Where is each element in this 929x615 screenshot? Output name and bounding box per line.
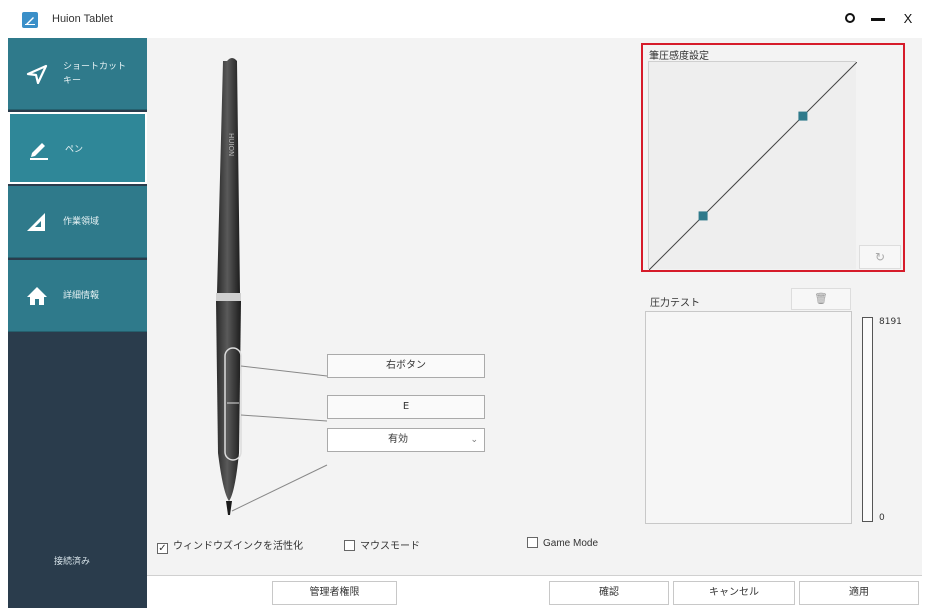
- curve-control-point[interactable]: [698, 211, 708, 221]
- send-icon: [26, 64, 48, 84]
- apply-button[interactable]: 適用: [799, 581, 919, 605]
- svg-text:HUION: HUION: [227, 133, 235, 156]
- trash-icon[interactable]: 🗑: [791, 288, 851, 310]
- pressure-curve-line: [648, 61, 858, 271]
- settings-icon[interactable]: [840, 9, 860, 29]
- connection-status: 接続済み: [54, 557, 91, 567]
- pressure-max-value: 8191: [879, 317, 902, 327]
- refresh-icon[interactable]: ↻: [859, 245, 901, 269]
- checkbox-checked-icon: ✓: [157, 543, 168, 554]
- windows-ink-checkbox[interactable]: ✓ ウィンドウズインクを活性化: [157, 537, 303, 554]
- title-bar: Huion Tablet X: [0, 0, 929, 38]
- game-mode-checkbox[interactable]: Game Mode: [527, 537, 598, 549]
- sidebar-item-label: ペン: [65, 145, 84, 155]
- confirm-button[interactable]: 確認: [549, 581, 669, 605]
- close-icon[interactable]: X: [898, 9, 918, 29]
- pen-lower-button-field[interactable]: E: [327, 395, 485, 419]
- pen-tip-select-value: 有効: [388, 434, 408, 445]
- window-title: Huion Tablet: [52, 13, 113, 25]
- windows-ink-label: ウィンドウズインクを活性化: [173, 541, 303, 552]
- pen-tip-select[interactable]: 有効 ⌄: [327, 428, 485, 452]
- main-panel: HUION 右ボタン E 有効 ⌄ ✓ ウィンドウズインクを活性化 マウスモード …: [147, 38, 922, 608]
- home-icon: [27, 287, 47, 305]
- sidebar-item-work-area[interactable]: 作業領域: [8, 186, 147, 258]
- triangle-ruler-icon: [27, 213, 45, 231]
- chevron-down-icon: ⌄: [470, 435, 478, 445]
- pressure-sensitivity-title: 筆圧感度設定: [649, 51, 709, 62]
- sidebar-item-label: ショートカット キー: [63, 62, 127, 86]
- pressure-sensitivity-panel: 筆圧感度設定 ↻: [641, 43, 905, 272]
- checkbox-empty-icon: [344, 540, 355, 551]
- pen-upper-button-field[interactable]: 右ボタン: [327, 354, 485, 378]
- sidebar-item-shortcut-keys[interactable]: ショートカット キー: [8, 38, 147, 110]
- sidebar-item-label: 作業領域: [63, 217, 100, 227]
- curve-control-point[interactable]: [798, 111, 808, 121]
- checkbox-empty-icon: [527, 537, 538, 548]
- sidebar: ショートカット キー ペン 作業領域 詳細情報 接続済み: [8, 38, 147, 608]
- pen-illustration: HUION: [216, 58, 328, 515]
- pressure-min-value: 0: [879, 513, 885, 523]
- pressure-level-bar: [862, 317, 873, 522]
- mouse-mode-checkbox[interactable]: マウスモード: [344, 537, 420, 552]
- pressure-curve-graph[interactable]: [648, 61, 858, 271]
- sidebar-item-label: 詳細情報: [63, 291, 100, 301]
- footer-bar: 管理者権限 確認 キャンセル 適用: [147, 575, 922, 608]
- mouse-mode-label: マウスモード: [360, 541, 420, 552]
- admin-button[interactable]: 管理者権限: [272, 581, 397, 605]
- pen-icon: [30, 143, 48, 160]
- minimize-icon[interactable]: [868, 9, 888, 29]
- cancel-button[interactable]: キャンセル: [673, 581, 795, 605]
- game-mode-label: Game Mode: [543, 538, 599, 549]
- sidebar-item-details[interactable]: 詳細情報: [8, 260, 147, 332]
- pressure-test-label: 圧力テスト: [650, 298, 700, 309]
- sidebar-item-pen[interactable]: ペン: [8, 112, 147, 184]
- huion-app-icon: [22, 12, 38, 28]
- pressure-test-area[interactable]: [645, 311, 852, 524]
